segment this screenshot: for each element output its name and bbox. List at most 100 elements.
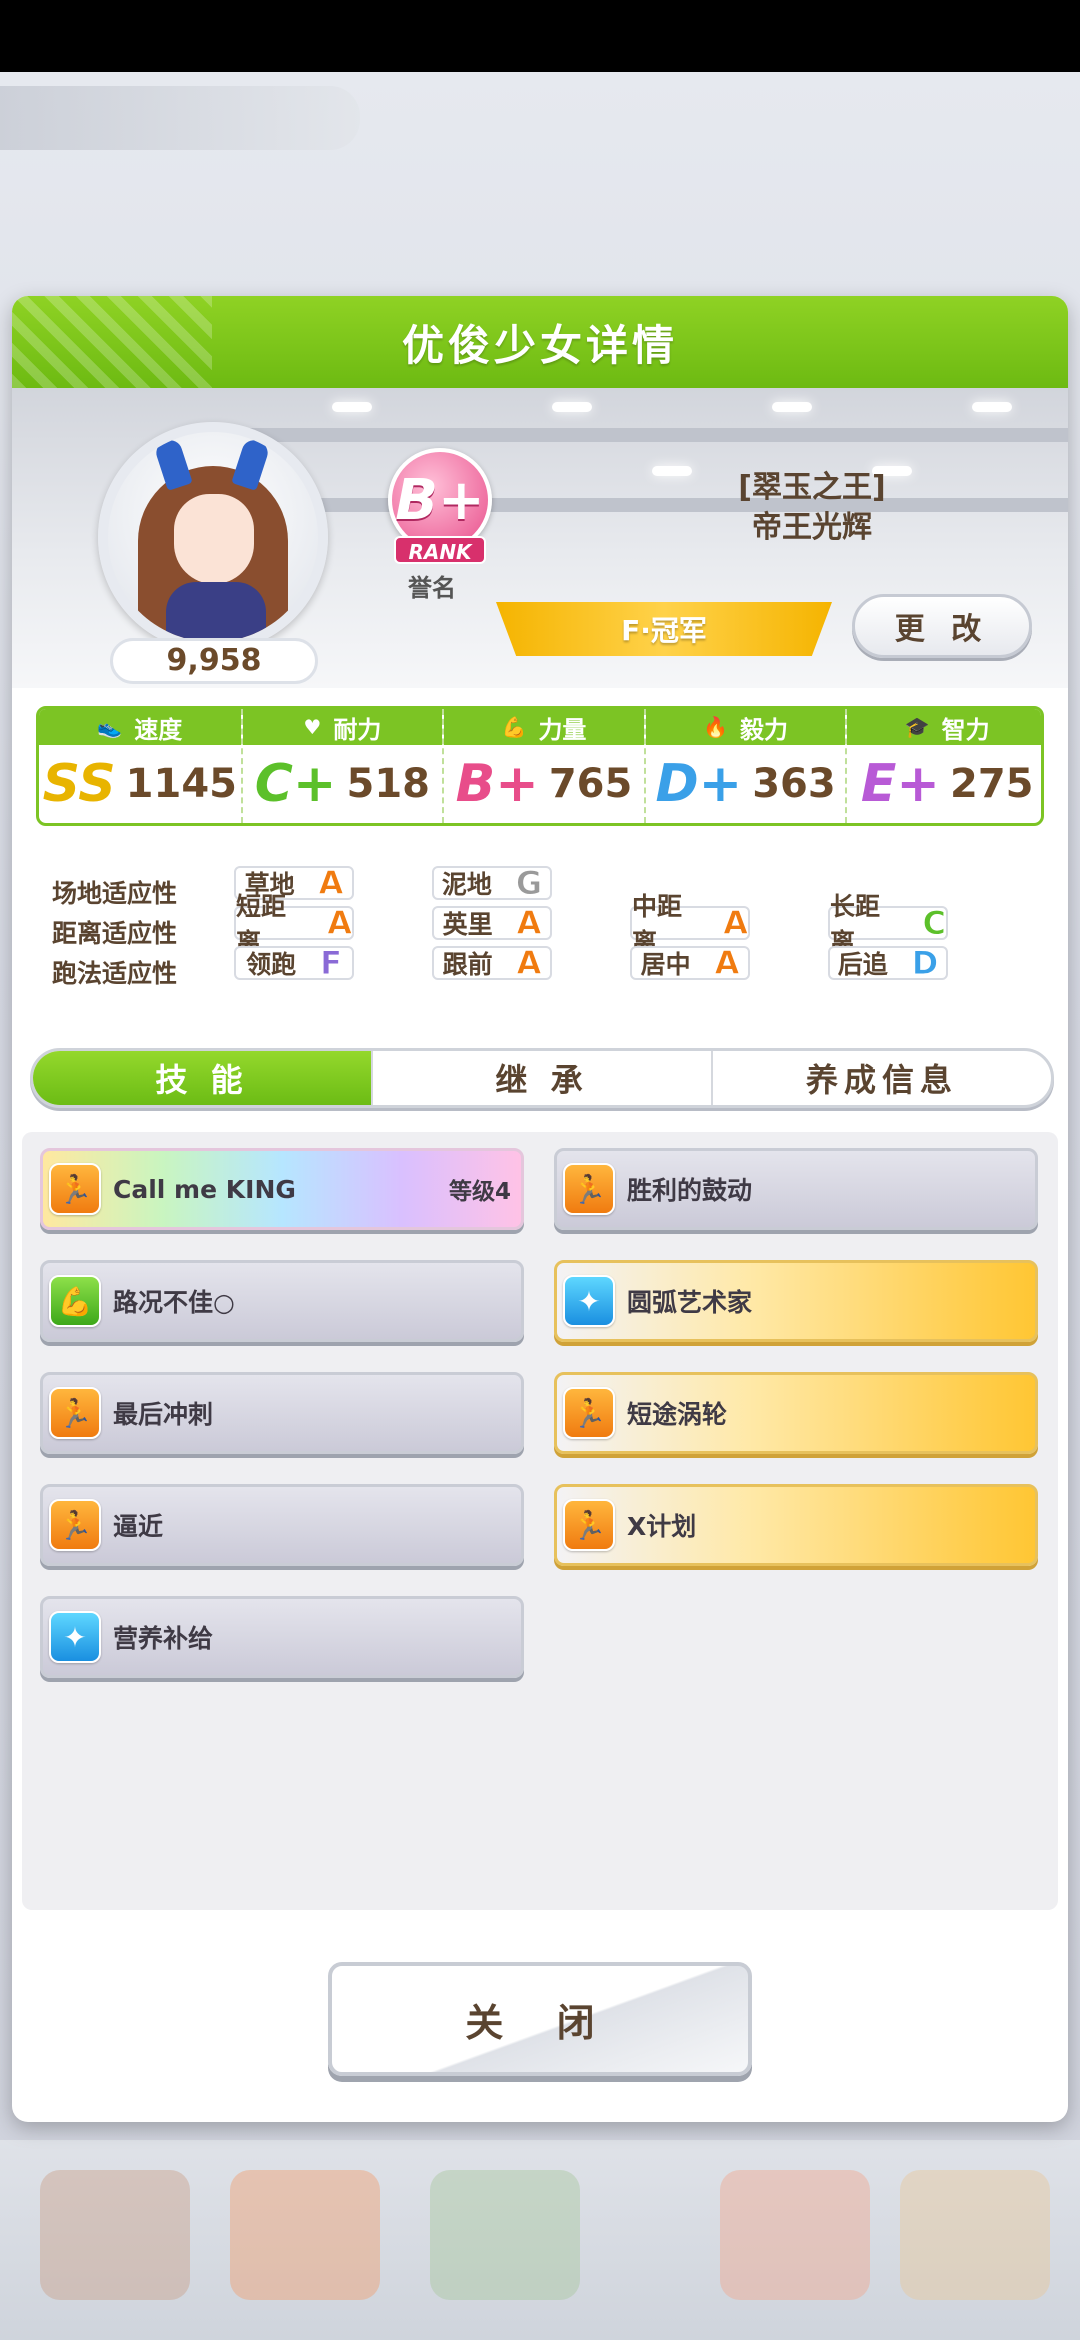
stat-grade: E+ [860, 753, 941, 815]
aptitude-cell: 英里 A [432, 904, 552, 943]
aptitude-grade: F [320, 944, 343, 983]
stat-header: 💪 力量 [444, 709, 644, 745]
stat-0: 👟 速度 SS 1145 [39, 709, 241, 823]
stat-grade: D+ [654, 753, 743, 815]
evaluation-score: 9,958 [110, 638, 318, 684]
fame-title-banner: F·冠军 [496, 602, 832, 656]
aptitude-cell: 居中 A [630, 944, 750, 983]
stat-body: E+ 275 [847, 745, 1041, 823]
aptitude-name: 后追 [837, 950, 888, 979]
skill-item[interactable]: ✦ 圆弧艺术家 [554, 1260, 1038, 1342]
skill-name: 胜利的鼓动 [627, 1176, 753, 1205]
stat-2: 💪 力量 B+ 765 [442, 709, 644, 823]
tab-1[interactable]: 继 承 [371, 1051, 711, 1105]
stat-4: 🎓 智力 E+ 275 [845, 709, 1041, 823]
stat-body: B+ 765 [444, 745, 644, 823]
character-epithet: [翠玉之王] [738, 470, 886, 505]
aptitude-name: 领跑 [246, 950, 297, 979]
stat-header: 🎓 智力 [847, 709, 1041, 745]
sparkle-icon: ✦ [49, 1611, 101, 1663]
running-figure-icon: 🏃 [563, 1163, 615, 1215]
rank-label: RANK [394, 536, 486, 564]
aptitude-grade: A [714, 944, 740, 983]
tab-0[interactable]: 技 能 [33, 1051, 371, 1105]
stat-grade: SS [42, 753, 117, 815]
aptitude-grade: A [516, 944, 542, 983]
aptitude-name: 泥地 [441, 870, 492, 899]
change-button[interactable]: 更 改 [852, 594, 1032, 658]
character-portrait[interactable] [98, 422, 328, 652]
stat-header: 👟 速度 [39, 709, 241, 745]
aptitude-cell: 短距离 A [234, 892, 354, 957]
close-button[interactable]: 关 闭 [328, 1962, 752, 2076]
aptitude-cell: 后追 D [828, 944, 948, 983]
blurred-nav-item [40, 2170, 190, 2300]
aptitude-name: 跟前 [442, 950, 493, 979]
stat-grade: C+ [254, 753, 338, 815]
skill-item[interactable]: 🏃 最后冲刺 [40, 1372, 524, 1454]
stat-name: 耐力 [333, 715, 382, 744]
stat-value: 275 [949, 761, 1034, 807]
rank-grade: B+ [395, 467, 485, 533]
muscle-icon: 💪 [501, 715, 527, 739]
aptitude-grade: D [911, 944, 939, 983]
aptitude-label: 场地适应性 [52, 879, 178, 908]
stat-value: 363 [752, 761, 836, 807]
flame-icon: 🔥 [703, 715, 729, 739]
skill-level: 等级4 [448, 1179, 511, 1205]
stat-name: 力量 [538, 715, 587, 744]
header-pattern [12, 296, 212, 388]
stat-value: 765 [548, 761, 633, 807]
stat-grade: B+ [455, 753, 540, 815]
aptitude-cell: 领跑 F [234, 944, 354, 983]
aptitude-grade: A [318, 864, 344, 903]
rank-caption: 誉名 [408, 574, 456, 602]
stat-body: SS 1145 [39, 745, 241, 823]
skill-name: 营养补给 [113, 1624, 214, 1653]
skill-item[interactable]: 🏃 逼近 [40, 1484, 524, 1566]
skill-name: 圆弧艺术家 [627, 1288, 753, 1317]
stat-value: 518 [346, 761, 431, 807]
aptitude-label: 距离适应性 [52, 919, 178, 948]
blurred-bottom-nav [0, 2140, 1080, 2340]
stat-header: ♥ 耐力 [242, 709, 443, 745]
stat-name: 速度 [134, 715, 183, 744]
stat-name: 毅力 [740, 715, 789, 744]
ceiling-beam [246, 498, 1068, 512]
running-figure-icon: 🏃 [49, 1499, 101, 1551]
aptitude-grade: C [922, 904, 947, 943]
stat-name: 智力 [941, 715, 990, 744]
profile-banner: 9,958 B+ RANK 誉名 [翠玉之王] 帝王光辉 F·冠军 更 改 [12, 388, 1068, 688]
skill-item[interactable]: ✦ 营养补给 [40, 1596, 524, 1678]
aptitude-name: 居中 [640, 950, 691, 979]
blurred-nav-item [720, 2170, 870, 2300]
running-figure-icon: 🏃 [563, 1499, 615, 1551]
tab-2[interactable]: 养成信息 [711, 1051, 1051, 1105]
skill-list: 🏃 Call me KING 等级4 🏃 胜利的鼓动 💪 路况不佳○ ✦ 圆弧艺术家 🏃 … [22, 1132, 1058, 1910]
muscle-icon: 💪 [49, 1275, 101, 1327]
skill-item[interactable]: 🏃 胜利的鼓动 [554, 1148, 1038, 1230]
aptitude-cell: 中距离 A [630, 892, 750, 957]
aptitude-cell: 泥地 G [432, 864, 552, 903]
detail-tabs: 技 能继 承养成信息 [30, 1048, 1054, 1108]
running-figure-icon: 🏃 [563, 1387, 615, 1439]
skill-name: 短途涡轮 [627, 1400, 728, 1429]
skill-name: 最后冲刺 [113, 1400, 214, 1429]
aptitude-cell: 跟前 A [432, 944, 552, 983]
aptitude-cell: 长距离 C [828, 892, 948, 957]
heart-icon: ♥ [303, 715, 322, 739]
aptitude-grade: G [515, 864, 543, 903]
stat-1: ♥ 耐力 C+ 518 [240, 709, 443, 823]
blurred-nav-item [230, 2170, 380, 2300]
skill-name: 逼近 [113, 1512, 164, 1541]
skill-item[interactable]: 🏃 Call me KING 等级4 [40, 1148, 524, 1230]
stat-3: 🔥 毅力 D+ 363 [643, 709, 846, 823]
ceiling-beam [186, 428, 1068, 442]
skill-item[interactable]: 🏃 短途涡轮 [554, 1372, 1038, 1454]
skill-item[interactable]: 💪 路况不佳○ [40, 1260, 524, 1342]
aptitude-label: 跑法适应性 [52, 959, 178, 988]
character-title: 帝王光辉 [752, 510, 872, 545]
running-figure-icon: 🏃 [49, 1163, 101, 1215]
skill-item[interactable]: 🏃 X计划 [554, 1484, 1038, 1566]
aptitude-grade: A [327, 904, 353, 943]
